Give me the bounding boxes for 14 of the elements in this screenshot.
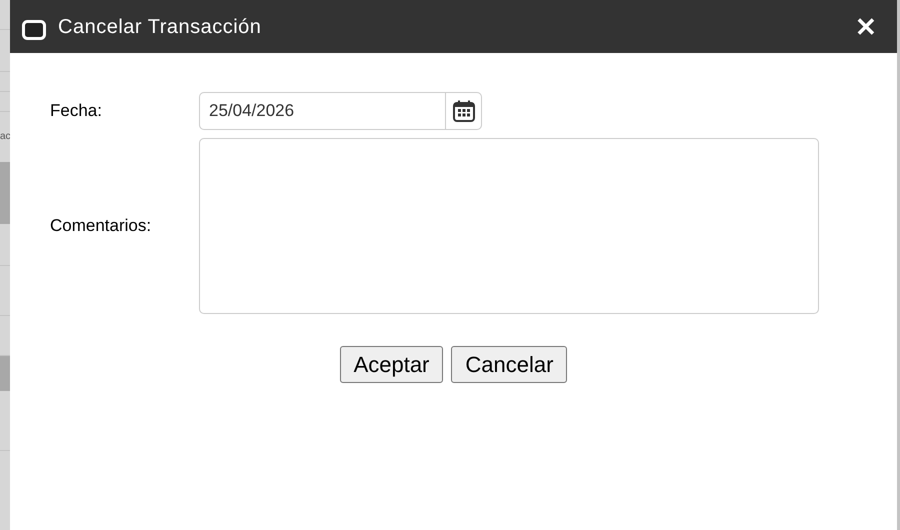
- backdrop-text: ac: [0, 132, 10, 142]
- comments-field[interactable]: [199, 138, 819, 314]
- close-button[interactable]: ✕: [855, 14, 877, 40]
- dialog-button[interactable]: Aceptar: [340, 346, 444, 383]
- calendar-button[interactable]: [445, 92, 482, 130]
- calendar-icon: [452, 99, 476, 123]
- dialog-title: Cancelar Transacción: [58, 14, 262, 40]
- date-field[interactable]: 25/04/2026: [199, 92, 445, 130]
- dialog-button[interactable]: Cancelar: [451, 346, 568, 383]
- backdrop-bar: [0, 356, 10, 391]
- field-label: Fecha:: [50, 100, 102, 122]
- window-icon: [22, 20, 46, 40]
- backdrop-bar: [0, 162, 10, 224]
- field-label: Comentarios:: [50, 215, 152, 238]
